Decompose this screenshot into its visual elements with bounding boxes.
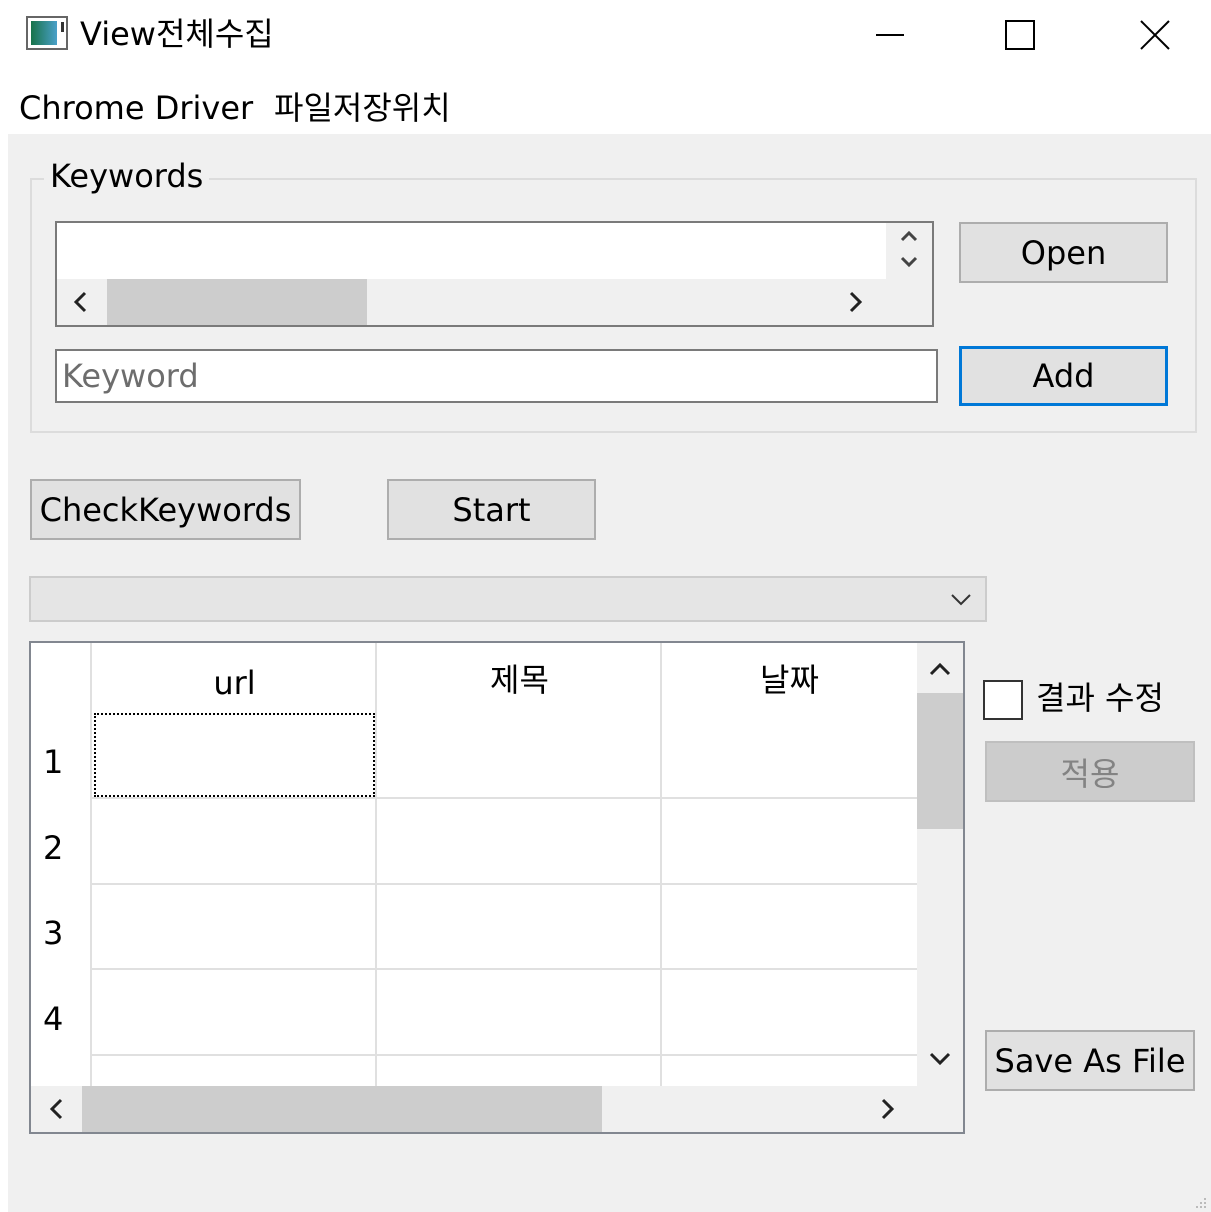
close-button[interactable] — [1090, 0, 1211, 70]
listbox-hscroll-thumb[interactable] — [107, 279, 367, 325]
title-bar: View전체수집 — [0, 0, 1211, 70]
listbox-hscroll[interactable] — [57, 279, 932, 325]
results-grid[interactable]: url 제목 날짜 1 2 3 4 — [29, 641, 965, 1134]
grid-cell-2-title[interactable] — [377, 799, 660, 883]
chevron-right-icon[interactable] — [879, 1097, 897, 1121]
grid-vscroll-thumb[interactable] — [917, 693, 963, 829]
chevron-down-icon[interactable] — [899, 255, 919, 269]
keywords-listbox[interactable] — [55, 221, 934, 327]
keyword-combobox[interactable] — [29, 576, 987, 622]
chevron-down-icon[interactable] — [928, 1051, 952, 1067]
add-button[interactable]: Add — [959, 346, 1168, 406]
maximize-icon — [1005, 20, 1035, 50]
chevron-right-icon[interactable] — [847, 290, 865, 314]
edit-results-checkbox[interactable] — [983, 680, 1023, 720]
row-header-1[interactable]: 1 — [43, 743, 63, 781]
menu-item-file-save-location[interactable]: 파일저장위치 — [274, 88, 451, 128]
resize-grip-icon[interactable] — [1192, 1194, 1208, 1210]
check-keywords-button[interactable]: CheckKeywords — [30, 479, 301, 540]
grid-cell-3-url[interactable] — [92, 885, 375, 968]
chevron-left-icon[interactable] — [47, 1097, 65, 1121]
grid-cell-3-title[interactable] — [377, 885, 660, 968]
chevron-up-icon[interactable] — [899, 229, 919, 243]
chevron-left-icon[interactable] — [71, 290, 89, 314]
keywords-group-label: Keywords — [44, 156, 210, 196]
keyword-input[interactable] — [55, 349, 938, 403]
apply-button[interactable]: 적용 — [985, 741, 1195, 802]
grid-cell-1-date[interactable] — [662, 713, 917, 797]
grid-hscroll[interactable] — [31, 1086, 963, 1132]
minimize-button[interactable] — [825, 0, 955, 70]
column-header-date[interactable]: 날짜 — [662, 643, 917, 713]
app-window-icon — [26, 16, 68, 50]
listbox-vscroll[interactable] — [886, 223, 932, 279]
grid-cell-4-url[interactable] — [92, 970, 375, 1054]
row-header-3[interactable]: 3 — [43, 914, 63, 952]
minimize-icon — [876, 34, 904, 36]
save-as-file-button[interactable]: Save As File — [985, 1030, 1195, 1091]
column-header-title[interactable]: 제목 — [377, 643, 662, 713]
start-button[interactable]: Start — [387, 479, 596, 540]
window-title: View전체수집 — [80, 15, 274, 53]
grid-cell-2-date[interactable] — [662, 799, 917, 883]
grid-hscroll-thumb[interactable] — [82, 1086, 602, 1132]
chevron-down-icon[interactable] — [949, 592, 973, 608]
edit-results-label[interactable]: 결과 수정 — [1036, 676, 1164, 720]
grid-cell-2-url[interactable] — [92, 799, 375, 883]
grid-vscroll[interactable] — [917, 643, 963, 1086]
open-button[interactable]: Open — [959, 222, 1168, 283]
grid-cell-1-title[interactable] — [377, 713, 660, 797]
close-icon — [1140, 20, 1170, 50]
row-header-4[interactable]: 4 — [43, 1000, 63, 1038]
grid-cell-3-date[interactable] — [662, 885, 917, 968]
chevron-up-icon[interactable] — [928, 661, 952, 677]
grid-cell-1-url[interactable] — [94, 713, 375, 797]
row-header-2[interactable]: 2 — [43, 829, 63, 867]
menu-item-chrome-driver[interactable]: Chrome Driver — [19, 88, 253, 128]
grid-cell-4-title[interactable] — [377, 970, 660, 1054]
column-header-url[interactable]: url — [92, 653, 377, 713]
maximize-button[interactable] — [955, 0, 1085, 70]
grid-cell-4-date[interactable] — [662, 970, 917, 1054]
